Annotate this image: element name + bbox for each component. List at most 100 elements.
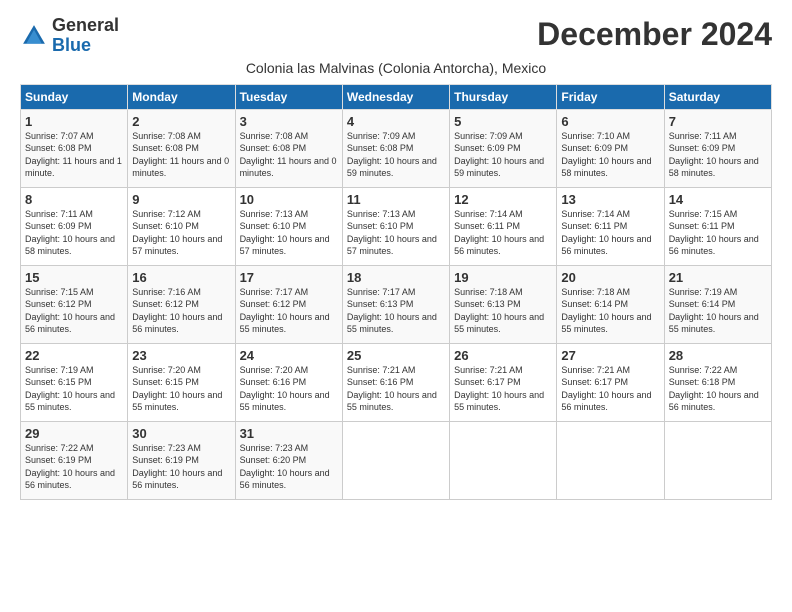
table-row bbox=[450, 421, 557, 499]
header-tuesday: Tuesday bbox=[235, 84, 342, 109]
header-thursday: Thursday bbox=[450, 84, 557, 109]
table-row: 15Sunrise: 7:15 AMSunset: 6:12 PMDayligh… bbox=[21, 265, 128, 343]
day-number: 16 bbox=[132, 270, 230, 285]
day-info: Sunrise: 7:08 AMSunset: 6:08 PMDaylight:… bbox=[240, 130, 338, 180]
header-saturday: Saturday bbox=[664, 84, 771, 109]
table-row: 23Sunrise: 7:20 AMSunset: 6:15 PMDayligh… bbox=[128, 343, 235, 421]
day-info: Sunrise: 7:09 AMSunset: 6:08 PMDaylight:… bbox=[347, 130, 445, 180]
day-info: Sunrise: 7:10 AMSunset: 6:09 PMDaylight:… bbox=[561, 130, 659, 180]
calendar-week-row: 8Sunrise: 7:11 AMSunset: 6:09 PMDaylight… bbox=[21, 187, 772, 265]
day-number: 1 bbox=[25, 114, 123, 129]
table-row: 21Sunrise: 7:19 AMSunset: 6:14 PMDayligh… bbox=[664, 265, 771, 343]
day-number: 23 bbox=[132, 348, 230, 363]
table-row bbox=[557, 421, 664, 499]
day-info: Sunrise: 7:13 AMSunset: 6:10 PMDaylight:… bbox=[240, 208, 338, 258]
table-row: 28Sunrise: 7:22 AMSunset: 6:18 PMDayligh… bbox=[664, 343, 771, 421]
day-info: Sunrise: 7:23 AMSunset: 6:20 PMDaylight:… bbox=[240, 442, 338, 492]
day-info: Sunrise: 7:23 AMSunset: 6:19 PMDaylight:… bbox=[132, 442, 230, 492]
table-row: 6Sunrise: 7:10 AMSunset: 6:09 PMDaylight… bbox=[557, 109, 664, 187]
header-friday: Friday bbox=[557, 84, 664, 109]
day-number: 27 bbox=[561, 348, 659, 363]
day-info: Sunrise: 7:20 AMSunset: 6:15 PMDaylight:… bbox=[132, 364, 230, 414]
calendar-week-row: 29Sunrise: 7:22 AMSunset: 6:19 PMDayligh… bbox=[21, 421, 772, 499]
table-row: 4Sunrise: 7:09 AMSunset: 6:08 PMDaylight… bbox=[342, 109, 449, 187]
day-info: Sunrise: 7:11 AMSunset: 6:09 PMDaylight:… bbox=[25, 208, 123, 258]
day-number: 19 bbox=[454, 270, 552, 285]
table-row: 9Sunrise: 7:12 AMSunset: 6:10 PMDaylight… bbox=[128, 187, 235, 265]
header-sunday: Sunday bbox=[21, 84, 128, 109]
table-row: 5Sunrise: 7:09 AMSunset: 6:09 PMDaylight… bbox=[450, 109, 557, 187]
day-number: 5 bbox=[454, 114, 552, 129]
day-number: 4 bbox=[347, 114, 445, 129]
logo-blue-text: Blue bbox=[52, 35, 91, 55]
day-info: Sunrise: 7:09 AMSunset: 6:09 PMDaylight:… bbox=[454, 130, 552, 180]
table-row: 17Sunrise: 7:17 AMSunset: 6:12 PMDayligh… bbox=[235, 265, 342, 343]
table-row: 30Sunrise: 7:23 AMSunset: 6:19 PMDayligh… bbox=[128, 421, 235, 499]
calendar-week-row: 1Sunrise: 7:07 AMSunset: 6:08 PMDaylight… bbox=[21, 109, 772, 187]
table-row: 29Sunrise: 7:22 AMSunset: 6:19 PMDayligh… bbox=[21, 421, 128, 499]
table-row bbox=[342, 421, 449, 499]
day-info: Sunrise: 7:22 AMSunset: 6:19 PMDaylight:… bbox=[25, 442, 123, 492]
calendar-header-row: Sunday Monday Tuesday Wednesday Thursday… bbox=[21, 84, 772, 109]
day-number: 30 bbox=[132, 426, 230, 441]
table-row: 22Sunrise: 7:19 AMSunset: 6:15 PMDayligh… bbox=[21, 343, 128, 421]
table-row: 24Sunrise: 7:20 AMSunset: 6:16 PMDayligh… bbox=[235, 343, 342, 421]
page-title: December 2024 bbox=[537, 16, 772, 53]
table-row: 3Sunrise: 7:08 AMSunset: 6:08 PMDaylight… bbox=[235, 109, 342, 187]
day-number: 9 bbox=[132, 192, 230, 207]
day-info: Sunrise: 7:14 AMSunset: 6:11 PMDaylight:… bbox=[454, 208, 552, 258]
header: General Blue December 2024 bbox=[20, 16, 772, 56]
day-number: 22 bbox=[25, 348, 123, 363]
day-number: 18 bbox=[347, 270, 445, 285]
day-number: 29 bbox=[25, 426, 123, 441]
page: General Blue December 2024 Colonia las M… bbox=[0, 0, 792, 510]
header-monday: Monday bbox=[128, 84, 235, 109]
logo-general-text: General bbox=[52, 15, 119, 35]
day-number: 21 bbox=[669, 270, 767, 285]
table-row: 16Sunrise: 7:16 AMSunset: 6:12 PMDayligh… bbox=[128, 265, 235, 343]
day-number: 15 bbox=[25, 270, 123, 285]
day-info: Sunrise: 7:21 AMSunset: 6:17 PMDaylight:… bbox=[454, 364, 552, 414]
table-row: 10Sunrise: 7:13 AMSunset: 6:10 PMDayligh… bbox=[235, 187, 342, 265]
table-row: 25Sunrise: 7:21 AMSunset: 6:16 PMDayligh… bbox=[342, 343, 449, 421]
day-number: 31 bbox=[240, 426, 338, 441]
day-info: Sunrise: 7:22 AMSunset: 6:18 PMDaylight:… bbox=[669, 364, 767, 414]
calendar-week-row: 15Sunrise: 7:15 AMSunset: 6:12 PMDayligh… bbox=[21, 265, 772, 343]
day-number: 13 bbox=[561, 192, 659, 207]
day-info: Sunrise: 7:07 AMSunset: 6:08 PMDaylight:… bbox=[25, 130, 123, 180]
day-info: Sunrise: 7:17 AMSunset: 6:13 PMDaylight:… bbox=[347, 286, 445, 336]
day-info: Sunrise: 7:15 AMSunset: 6:11 PMDaylight:… bbox=[669, 208, 767, 258]
day-info: Sunrise: 7:18 AMSunset: 6:13 PMDaylight:… bbox=[454, 286, 552, 336]
day-number: 14 bbox=[669, 192, 767, 207]
day-number: 28 bbox=[669, 348, 767, 363]
day-info: Sunrise: 7:20 AMSunset: 6:16 PMDaylight:… bbox=[240, 364, 338, 414]
header-wednesday: Wednesday bbox=[342, 84, 449, 109]
day-number: 7 bbox=[669, 114, 767, 129]
day-number: 25 bbox=[347, 348, 445, 363]
day-number: 12 bbox=[454, 192, 552, 207]
logo: General Blue bbox=[20, 16, 119, 56]
table-row: 11Sunrise: 7:13 AMSunset: 6:10 PMDayligh… bbox=[342, 187, 449, 265]
day-info: Sunrise: 7:11 AMSunset: 6:09 PMDaylight:… bbox=[669, 130, 767, 180]
table-row: 13Sunrise: 7:14 AMSunset: 6:11 PMDayligh… bbox=[557, 187, 664, 265]
day-number: 3 bbox=[240, 114, 338, 129]
subtitle: Colonia las Malvinas (Colonia Antorcha),… bbox=[20, 60, 772, 76]
day-info: Sunrise: 7:19 AMSunset: 6:14 PMDaylight:… bbox=[669, 286, 767, 336]
day-info: Sunrise: 7:18 AMSunset: 6:14 PMDaylight:… bbox=[561, 286, 659, 336]
day-info: Sunrise: 7:12 AMSunset: 6:10 PMDaylight:… bbox=[132, 208, 230, 258]
table-row: 2Sunrise: 7:08 AMSunset: 6:08 PMDaylight… bbox=[128, 109, 235, 187]
table-row: 19Sunrise: 7:18 AMSunset: 6:13 PMDayligh… bbox=[450, 265, 557, 343]
day-info: Sunrise: 7:21 AMSunset: 6:17 PMDaylight:… bbox=[561, 364, 659, 414]
table-row: 8Sunrise: 7:11 AMSunset: 6:09 PMDaylight… bbox=[21, 187, 128, 265]
calendar-table: Sunday Monday Tuesday Wednesday Thursday… bbox=[20, 84, 772, 500]
day-number: 24 bbox=[240, 348, 338, 363]
day-info: Sunrise: 7:16 AMSunset: 6:12 PMDaylight:… bbox=[132, 286, 230, 336]
table-row bbox=[664, 421, 771, 499]
day-number: 6 bbox=[561, 114, 659, 129]
logo-icon bbox=[20, 22, 48, 50]
day-info: Sunrise: 7:17 AMSunset: 6:12 PMDaylight:… bbox=[240, 286, 338, 336]
table-row: 12Sunrise: 7:14 AMSunset: 6:11 PMDayligh… bbox=[450, 187, 557, 265]
day-number: 2 bbox=[132, 114, 230, 129]
day-number: 10 bbox=[240, 192, 338, 207]
table-row: 7Sunrise: 7:11 AMSunset: 6:09 PMDaylight… bbox=[664, 109, 771, 187]
